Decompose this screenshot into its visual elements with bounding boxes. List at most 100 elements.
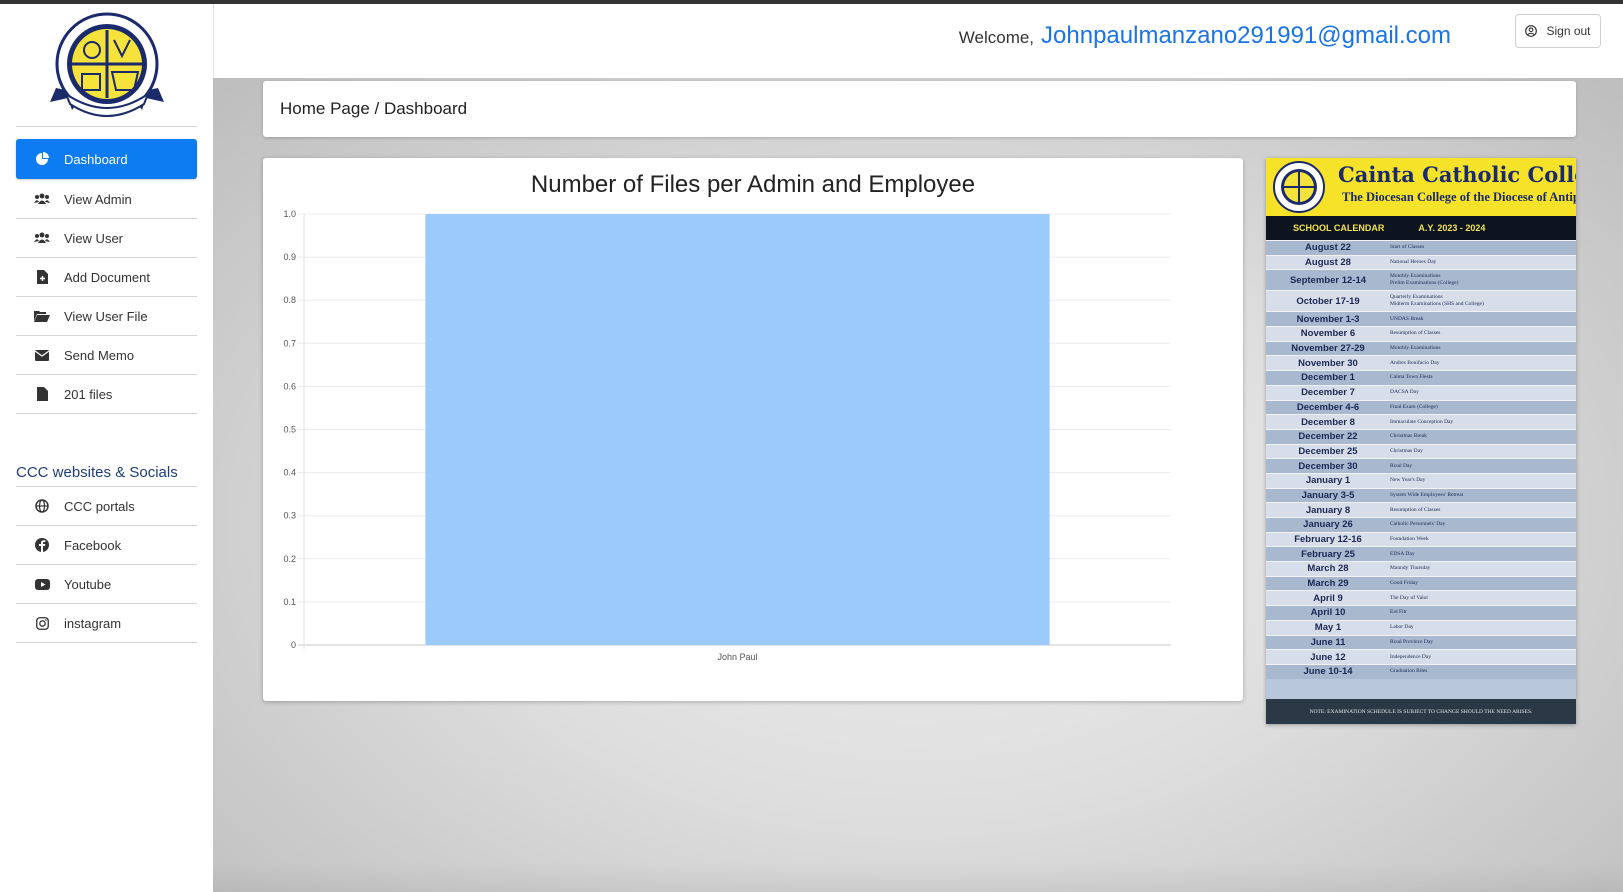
calendar-event: EDSA Day	[1390, 550, 1415, 557]
facebook-icon	[34, 537, 50, 553]
sidebar-item-view-user[interactable]: View User	[16, 219, 197, 258]
x-tick-label: John Paul	[717, 652, 757, 662]
calendar-date: January 3-5	[1301, 489, 1355, 501]
calendar-date: April 10	[1310, 607, 1346, 619]
calendar-event: Christmas Break	[1390, 433, 1427, 440]
calendar-footer-note: NOTE: EXAMINATION SCHEDULE IS SUBJECT TO…	[1266, 699, 1576, 724]
y-tick-label: 0.2	[283, 554, 296, 564]
calendar-header: Cainta Catholic College The Diocesan Col…	[1266, 158, 1576, 216]
calendar-date: December 1	[1301, 372, 1355, 384]
calendar-date: March 29	[1307, 578, 1349, 590]
calendar-event: Catholic Personnels' Day	[1390, 521, 1446, 528]
calendar-date: November 27-29	[1291, 343, 1365, 355]
socials-section-title: CCC websites & Socials	[16, 464, 197, 487]
sidebar-item-dashboard[interactable]: Dashboard	[16, 139, 197, 179]
calendar-date: June 10-14	[1303, 666, 1353, 678]
sidebar-item-ccc-portals[interactable]: CCC portals	[16, 487, 197, 526]
sidebar-item-201-files[interactable]: 201 files	[16, 375, 197, 414]
calendar-date: February 25	[1301, 548, 1355, 560]
calendar-event: Rizal Province Day	[1390, 638, 1434, 645]
calendar-event: System Wide Employees' Retreat	[1390, 491, 1464, 498]
file-plus-icon	[34, 269, 50, 285]
sidebar-nav: Dashboard View Admin View User Add Docum…	[16, 139, 197, 414]
y-tick-label: 0.3	[283, 511, 296, 521]
sidebar-item-label: View User File	[64, 308, 148, 324]
sidebar-item-label: View User	[64, 230, 124, 246]
calendar-event: Graduation Rites	[1390, 668, 1428, 675]
calendar-row: November 27-29 Monthly Examinations	[1266, 340, 1576, 356]
calendar-band: SCHOOL CALENDAR A.Y. 2023 - 2024	[1266, 216, 1576, 240]
calendar-event: New Year's Day	[1390, 477, 1426, 484]
main-content: Home Page / Dashboard Number of Files pe…	[213, 78, 1623, 892]
sidebar-item-add-document[interactable]: Add Document	[16, 258, 197, 297]
breadcrumb: Home Page / Dashboard	[263, 81, 1576, 137]
calendar-row: April 10 Eid Fitr	[1266, 605, 1576, 620]
sidebar: Dashboard View Admin View User Add Docum…	[0, 4, 213, 892]
calendar-date: September 12-14	[1289, 274, 1367, 286]
calendar-row: February 12-16 Foundation Week	[1266, 531, 1576, 547]
youtube-icon	[34, 576, 50, 592]
college-seal-icon	[49, 12, 164, 117]
sidebar-item-youtube[interactable]: Youtube	[16, 565, 197, 604]
school-calendar-image: Cainta Catholic College The Diocesan Col…	[1266, 158, 1576, 724]
welcome-label: Welcome,	[958, 28, 1035, 47]
background-floor	[213, 862, 1623, 892]
calendar-event: Final Exam (College)	[1390, 403, 1438, 410]
globe-icon	[34, 498, 50, 514]
sidebar-item-instagram[interactable]: instagram	[16, 604, 197, 643]
calendar-event: Resumption of Classes	[1390, 330, 1441, 337]
sidebar-item-label: Send Memo	[64, 347, 135, 363]
calendar-date: November 1-3	[1296, 313, 1360, 325]
calendar-date: December 30	[1298, 460, 1358, 472]
calendar-row: December 25 Christmas Day	[1266, 443, 1576, 459]
sidebar-item-send-memo[interactable]: Send Memo	[16, 336, 197, 375]
calendar-row: January 3-5 System Wide Employees' Retrea…	[1266, 487, 1576, 503]
calendar-row: December 4-6 Final Exam (College)	[1266, 399, 1576, 415]
calendar-date: December 8	[1301, 416, 1355, 428]
calendar-row: November 6 Resumption of Classes	[1266, 326, 1576, 341]
calendar-date: November 6	[1300, 328, 1356, 340]
socials-nav: CCC portals Facebook Youtube instagram	[16, 487, 197, 643]
calendar-row: April 9 The Day of Valor	[1266, 590, 1576, 606]
chart-pie-icon	[34, 151, 50, 167]
calendar-event: The Day of Valor	[1390, 594, 1429, 601]
calendar-date: January 8	[1305, 504, 1351, 516]
sidebar-item-view-admin[interactable]: View Admin	[16, 180, 197, 219]
sidebar-item-label: Youtube	[64, 576, 112, 592]
y-tick-label: 0.5	[283, 425, 296, 435]
chart-title: Number of Files per Admin and Employee	[531, 171, 975, 198]
calendar-row: May 1 Labor Day	[1266, 619, 1576, 635]
calendar-rows: August 22 Start of Classes August 28 Nation…	[1266, 240, 1576, 679]
calendar-event: UNDAS Break	[1390, 315, 1424, 322]
sidebar-item-view-user-file[interactable]: View User File	[16, 297, 197, 336]
calendar-event: Maundy Thursday	[1390, 565, 1431, 572]
calendar-academic-year: A.Y. 2023 - 2024	[1418, 223, 1486, 233]
user-email: Johnpaulmanzano291991@gmail.com	[1041, 22, 1451, 49]
sign-out-button[interactable]: Sign out	[1515, 14, 1601, 48]
calendar-row: November 1-3 UNDAS Break	[1266, 311, 1576, 327]
sidebar-item-label: View Admin	[64, 191, 132, 207]
y-tick-label: 0.7	[283, 338, 296, 348]
calendar-row: September 12-14 Monthly Examinations Prel…	[1266, 269, 1576, 291]
calendar-row: February 25 EDSA Day	[1266, 546, 1576, 562]
sidebar-item-label: CCC portals	[64, 498, 135, 514]
calendar-event: Andres Bonifacio Day	[1390, 359, 1440, 366]
calendar-date: February 12-16	[1294, 534, 1362, 546]
sidebar-item-label: instagram	[64, 615, 122, 631]
calendar-date: December 22	[1298, 431, 1358, 443]
calendar-event: Resumption of Classes	[1390, 506, 1441, 513]
calendar-row: January 26 Catholic Personnels' Day	[1266, 517, 1576, 532]
calendar-event: Independence Day	[1390, 653, 1432, 660]
y-tick-label: 0.4	[283, 468, 296, 478]
sidebar-item-facebook[interactable]: Facebook	[16, 526, 197, 565]
files-bar-chart: Number of Files per Admin and Employee 0…	[283, 171, 1171, 662]
calendar-date: August 28	[1305, 257, 1351, 269]
users-icon	[34, 191, 50, 207]
calendar-row: August 28 National Heroes Day	[1266, 254, 1576, 270]
calendar-event: National Heroes Day	[1390, 259, 1437, 266]
calendar-subtitle: The Diocesan College of the Diocese of A…	[1342, 190, 1576, 204]
bar-john-paul[interactable]	[425, 214, 1050, 645]
calendar-row: December 30 Rizal Day	[1266, 458, 1576, 473]
calendar-event: Eid Fitr	[1390, 609, 1407, 616]
calendar-row: November 30 Andres Bonifacio Day	[1266, 355, 1576, 371]
